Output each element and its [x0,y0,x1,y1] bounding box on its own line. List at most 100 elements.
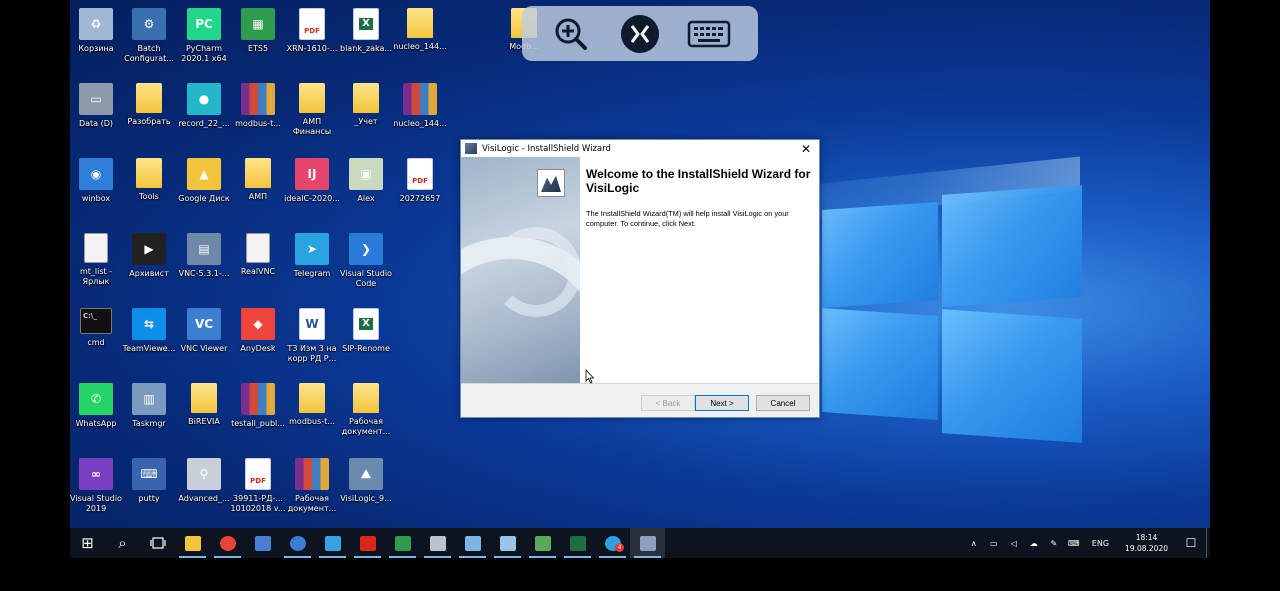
desktop-icon-folder[interactable]: modbus-t... [284,383,340,427]
user-folder-icon [245,158,271,188]
desktop-icon-putty[interactable]: ⌨ putty [121,458,177,504]
desktop-icon-winrar[interactable]: Рабочая документ... [284,458,340,514]
search-button[interactable]: ⌕ [105,528,140,558]
acrobat-icon [359,535,376,551]
taskbar-app-chrome[interactable] [210,528,245,558]
desktop-icon-document[interactable]: RealVNC [230,233,286,277]
desktop-icon-image[interactable]: ▣ Alex [338,158,394,204]
taskbar-app-notepad[interactable] [490,528,525,558]
touch-keyboard-icon[interactable]: ⌨ [1064,539,1084,548]
keyboard-icon [688,20,731,47]
desktop-icon-cmd[interactable]: C:\_ cmd [70,308,124,348]
desktop-icon-batch-config[interactable]: ⚙ Batch Configurat... [121,8,177,64]
desktop-icon-folder[interactable]: Рабочая документ... [338,383,394,437]
desktop-icon-google-drive[interactable]: ▲ Google Диск [176,158,232,204]
installshield-dialog[interactable]: VisiLogic - InstallShield Wizard ✕ Welco… [460,139,820,418]
tray-overflow-chevron-icon[interactable]: ∧ [964,539,984,548]
taskbar-app-file-explorer[interactable] [175,528,210,558]
desktop-icon-archivist[interactable]: ▶ Архивист [121,233,177,279]
next-button[interactable]: Next > [695,395,749,411]
desktop-icon-label: Рабочая документ... [341,417,391,436]
desktop-icon-folder[interactable]: Разобрать [121,83,177,127]
desktop-icon-intellij[interactable]: IJ idealC-2020... [284,158,340,204]
desktop-icon-winrar[interactable]: modbus-t... [230,83,286,129]
task-view-button[interactable] [140,528,175,558]
system-clock[interactable]: 18:14 19.08.2020 [1117,532,1176,554]
taskbar-app-visilogic-installer[interactable] [630,528,665,558]
wizard-description: The InstallShield Wizard(TM) will help i… [586,209,789,228]
desktop-icon-label: testall_publ... [231,419,285,428]
cloud-icon[interactable]: ☁ [1024,539,1044,548]
cancel-button[interactable]: Cancel [756,395,810,411]
desktop-icon-label: SIP-Renome [342,344,390,353]
desktop-icon-vnc-installer[interactable]: ▤ VNC-5.3.1-... [176,233,232,279]
desktop-icon-pycharm[interactable]: PC PyCharm 2020.1 x64 [176,8,232,64]
taskbar-app-config-app[interactable] [385,528,420,558]
desktop-icon-label: Telegram [293,269,331,278]
dialog-close-button[interactable]: ✕ [793,142,819,156]
dialog-body: Welcome to the InstallShield Wizard for … [461,157,819,383]
volume-icon[interactable]: ◁ [1004,539,1024,548]
taskbar-app-acrobat[interactable] [350,528,385,558]
desktop-icon-ets5[interactable]: ▦ ETS5 [230,8,286,54]
desktop-icon-label: Taskmgr [132,419,166,428]
back-button[interactable]: < Back [641,395,695,411]
desktop-icon-drive[interactable]: ▭ Data (D) [70,83,124,129]
desktop-icon-winrar[interactable]: testall_publ... [230,383,286,429]
remote-desktop-button[interactable] [618,14,662,54]
desktop-icon-folder[interactable]: Tools [121,158,177,202]
desktop-icon-label: idealC-2020... [284,194,340,203]
taskbar-app-network-tool[interactable] [420,528,455,558]
desktop-icon-folder[interactable]: _Учет [338,83,394,127]
desktop-icon-document[interactable]: mt_list - Ярлык [70,233,124,287]
desktop-icon-visual-studio[interactable]: ∞ Visual Studio 2019 [70,458,124,514]
desktop-icon-recycle-bin[interactable]: ♻ Корзина [70,8,124,54]
desktop-icon-visilogic[interactable]: ⛰ VisiLogic_9... [338,458,394,504]
taskbar-app-edit-tool[interactable] [455,528,490,558]
desktop-icon-whatsapp[interactable]: ✆ WhatsApp [70,383,124,429]
dialog-titlebar[interactable]: VisiLogic - InstallShield Wizard ✕ [461,140,819,157]
desktop-icon-winrar[interactable]: nucleo_144... [392,83,448,129]
taskbar-app-winbox[interactable] [280,528,315,558]
desktop-icon-label: Visual Studio 2019 [70,494,122,513]
document-icon [246,233,270,263]
desktop-icon-user-folder[interactable]: АМП Финансы [284,83,340,137]
keyboard-button[interactable] [687,14,731,54]
desktop-icon-vscode[interactable]: ❯ Visual Studio Code [338,233,394,289]
pen-icon[interactable]: ✎ [1044,539,1064,548]
taskbar-app-telegram[interactable]: 4 [595,528,630,558]
action-center-icon[interactable]: ☐ [1176,536,1206,550]
desktop-icon-pdf[interactable]: PDF 39911-РД-... 10102018 v... [230,458,286,514]
word-icon: W [299,308,325,340]
zoom-in-button[interactable] [549,14,593,54]
pdf-icon: PDF [299,8,325,40]
desktop-icon-word[interactable]: W ТЗ Изм 3 на корр РД Р... [284,308,340,364]
wizard-heading: Welcome to the InstallShield Wizard for … [586,167,811,195]
desktop-icon-pdf[interactable]: PDF 20272657 [392,158,448,204]
desktop-icon-label: Visual Studio Code [340,269,392,288]
desktop-icon-vnc-viewer[interactable]: VC VNC Viewer [176,308,232,354]
network-tool-icon [429,535,446,551]
taskbar-app-save-disk[interactable] [245,528,280,558]
network-icon[interactable]: ▭ [984,539,1004,548]
taskbar-app-image-viewer[interactable] [525,528,560,558]
taskbar-app-excel[interactable] [560,528,595,558]
desktop-icon-anydesk[interactable]: ◆ AnyDesk [230,308,286,354]
desktop-icon-winbox[interactable]: ◉ winbox [70,158,124,204]
start-button[interactable]: ⊞ [70,528,105,558]
desktop-icon-telegram[interactable]: ➤ Telegram [284,233,340,279]
show-desktop-button[interactable] [1206,528,1210,558]
desktop-icon-pdf[interactable]: PDF XRN-1610-... [284,8,340,54]
desktop-icon-teamviewer[interactable]: ⇆ TeamViewe... [121,308,177,354]
desktop-icon-record[interactable]: ● record_22_... [176,83,232,129]
desktop-icon-excel[interactable]: SIP-Renome [338,308,394,354]
taskbar-app-store-app[interactable] [315,528,350,558]
desktop-icon-taskmgr[interactable]: ▥ Taskmgr [121,383,177,429]
desktop-icon-folder[interactable]: nucleo_144... [392,8,448,52]
clock-time: 18:14 [1135,533,1158,542]
desktop-icon-folder[interactable]: BiREVIA [176,383,232,427]
desktop-icon-user-folder[interactable]: АМП [230,158,286,202]
desktop-icon-advanced[interactable]: ⚲ Advanced_... [176,458,232,504]
input-language-indicator[interactable]: ENG [1084,539,1117,548]
desktop-icon-excel[interactable]: blank_zaka... [338,8,394,54]
